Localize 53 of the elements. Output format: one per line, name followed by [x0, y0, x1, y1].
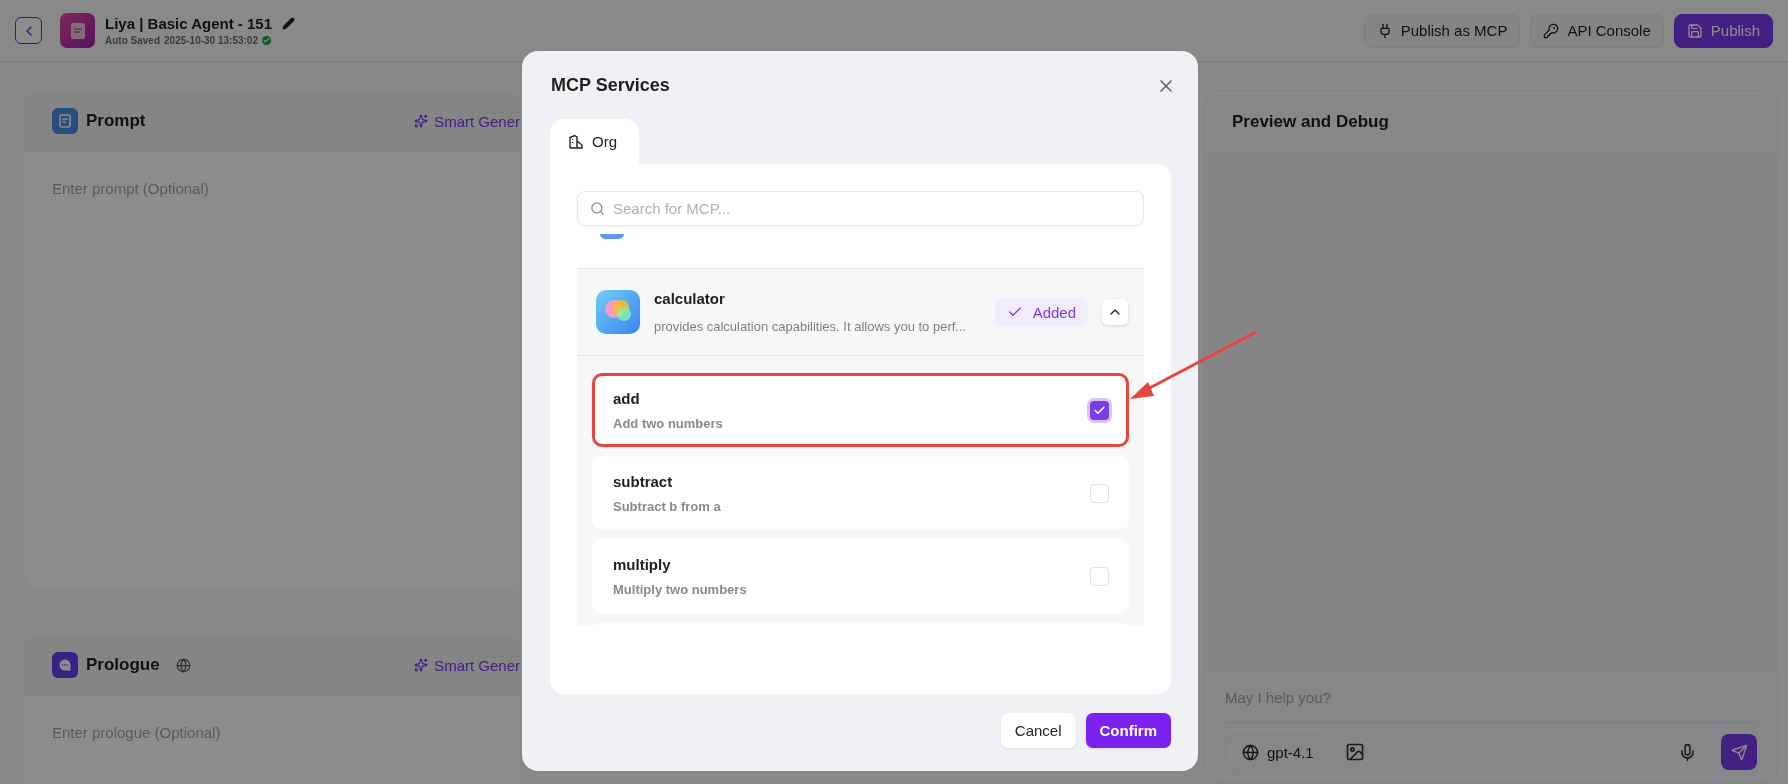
- tab[interactable]: Org: [550, 119, 639, 164]
- key-icon: [1543, 22, 1560, 39]
- building-icon: [568, 133, 584, 150]
- tool-name: multiply: [613, 555, 672, 573]
- globe-icon: [1242, 743, 1259, 761]
- section-title: Prompt: [86, 111, 146, 131]
- agent-avatar-icon: [60, 13, 95, 48]
- saved-time: 2025-10-30 13:53:02: [164, 35, 258, 46]
- tool-name: add: [613, 389, 641, 407]
- tool-checkbox[interactable]: [1090, 483, 1109, 503]
- collapse-button[interactable]: [1102, 299, 1128, 325]
- section-title: Prologue: [86, 655, 160, 675]
- tool-name: subtract: [613, 472, 674, 490]
- added-badge: Added: [994, 297, 1088, 327]
- check-icon: [1093, 403, 1106, 417]
- tool-item[interactable]: subtract Subtract b from a: [592, 456, 1129, 530]
- search-field[interactable]: Search for MCP...: [577, 191, 1144, 226]
- save-status: Auto Saved: [105, 35, 160, 46]
- smart-generate-button[interactable]: Smart Gener: [414, 112, 520, 130]
- sparkles-icon: [414, 658, 429, 672]
- tool-description: Subtract b from a: [613, 498, 722, 514]
- dialog-title: MCP Services: [551, 75, 670, 96]
- service-logo-icon: [596, 290, 640, 334]
- back-button[interactable]: [15, 17, 42, 44]
- model-selector[interactable]: gpt-4.1: [1225, 734, 1331, 770]
- confirm-button[interactable]: Confirm: [1085, 713, 1171, 748]
- service-description: provides calculation capabilities. It allows you to perf...: [654, 319, 968, 334]
- tool-checkbox[interactable]: [1090, 400, 1109, 420]
- edit-icon[interactable]: [282, 17, 296, 30]
- agent-title: Liya | Basic Agent - 151: [105, 15, 273, 32]
- cancel-button[interactable]: Cancel: [1000, 713, 1076, 748]
- chat-bubble-icon: [52, 652, 78, 678]
- document-icon: [52, 108, 78, 134]
- image-icon[interactable]: [1344, 742, 1365, 762]
- tool-checkbox[interactable]: [1090, 566, 1109, 586]
- preview-title: Preview and Debug: [1231, 111, 1390, 133]
- search-icon: [590, 201, 605, 216]
- smart-generate-button[interactable]: Smart Gener: [414, 656, 520, 674]
- publish-mcp-button[interactable]: Publish as MCP: [1363, 13, 1521, 48]
- globe-icon[interactable]: [175, 657, 191, 673]
- sparkles-icon: [414, 114, 429, 128]
- api-console-button[interactable]: API Console: [1530, 13, 1664, 48]
- service-icon: [600, 234, 624, 239]
- tool-item[interactable]: add Add two numbers: [592, 373, 1129, 447]
- send-icon: [1730, 743, 1748, 761]
- save-icon: [1686, 22, 1703, 39]
- publish-button[interactable]: Publish: [1673, 13, 1773, 48]
- tool-description: Multiply two numbers: [613, 581, 748, 597]
- microphone-icon[interactable]: [1678, 742, 1697, 762]
- tool-item[interactable]: multiply Multiply two numbers: [592, 539, 1129, 613]
- tool-description: Add two numbers: [613, 415, 724, 431]
- service-name: calculator: [654, 290, 726, 307]
- send-button[interactable]: [1721, 734, 1757, 770]
